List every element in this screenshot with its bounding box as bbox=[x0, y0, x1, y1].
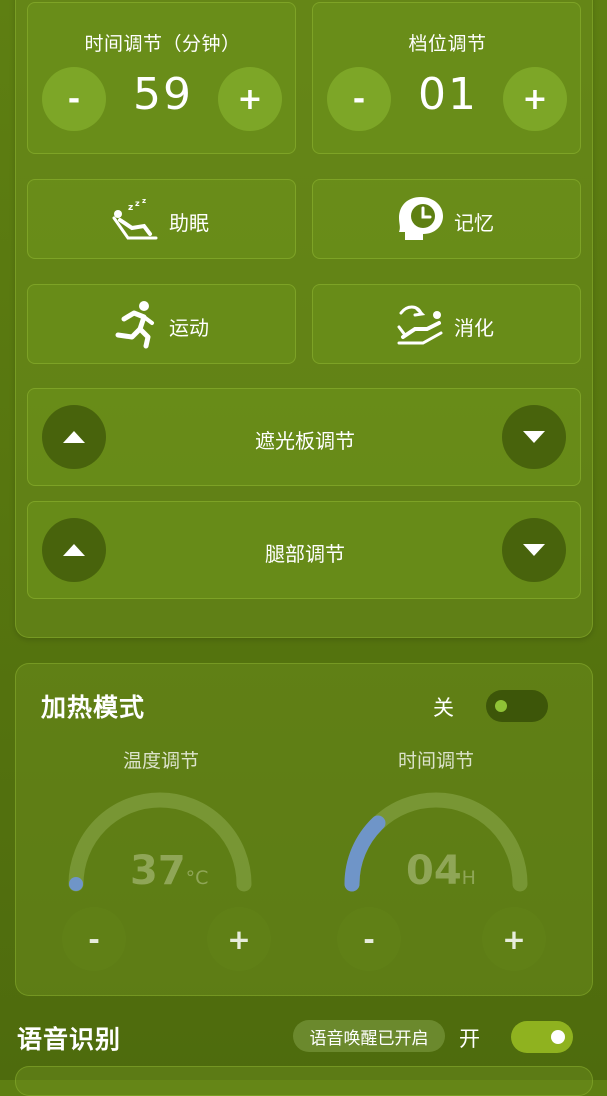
svg-text:z: z bbox=[142, 198, 146, 205]
gauge-handle[interactable] bbox=[69, 877, 83, 891]
heat-time-adjust-title: 时间调节 bbox=[398, 750, 475, 772]
time-minus-button[interactable]: - bbox=[42, 67, 106, 131]
gear-minus-button[interactable]: - bbox=[327, 67, 391, 131]
svg-text:z: z bbox=[128, 203, 133, 213]
mode-digestion-button[interactable]: 消化 bbox=[312, 284, 581, 364]
heat-time-value: 04 bbox=[406, 848, 462, 894]
temp-readout: 37°C bbox=[130, 848, 208, 894]
heating-switch-label: 关 bbox=[433, 696, 454, 720]
gear-value: 01 bbox=[418, 69, 478, 120]
mode-memory-label: 记忆 bbox=[454, 211, 494, 235]
temp-value: 37 bbox=[130, 848, 186, 894]
leg-label: 腿部调节 bbox=[265, 542, 345, 566]
gear-adjust-panel: 档位调节 - 01 + bbox=[312, 2, 581, 154]
time-value: 59 bbox=[133, 69, 193, 120]
leg-adjust-panel: 腿部调节 bbox=[27, 501, 581, 599]
voice-wake-badge: 语音唤醒已开启 bbox=[293, 1020, 445, 1052]
toggle-knob bbox=[495, 700, 507, 712]
running-person-icon bbox=[112, 299, 158, 349]
svg-text:z: z bbox=[135, 199, 140, 208]
time-plus-button[interactable]: + bbox=[218, 67, 282, 131]
gauge-progress bbox=[344, 815, 386, 892]
sunshade-label: 遮光板调节 bbox=[255, 429, 355, 453]
time-adjust-panel: 时间调节（分钟） - 59 + bbox=[27, 2, 296, 154]
heat-time-minus-button[interactable]: - bbox=[337, 907, 401, 971]
toggle-knob bbox=[551, 1030, 565, 1044]
sleep-recline-icon: z z z bbox=[110, 197, 160, 242]
mode-digestion-label: 消化 bbox=[454, 316, 494, 340]
temp-plus-button[interactable]: + bbox=[207, 907, 271, 971]
sunshade-down-button[interactable] bbox=[502, 405, 566, 469]
triangle-down-icon bbox=[523, 431, 545, 443]
voice-switch-label: 开 bbox=[459, 1027, 480, 1051]
voice-title: 语音识别 bbox=[17, 1025, 122, 1054]
digestion-recline-icon bbox=[395, 303, 447, 347]
temp-unit: °C bbox=[185, 867, 209, 889]
voice-toggle[interactable] bbox=[511, 1021, 573, 1053]
heating-title: 加热模式 bbox=[41, 693, 146, 722]
temp-adjust-title: 温度调节 bbox=[123, 750, 200, 772]
triangle-down-icon bbox=[523, 544, 545, 556]
heating-toggle[interactable] bbox=[486, 690, 548, 722]
sunshade-adjust-panel: 遮光板调节 bbox=[27, 388, 581, 486]
mode-exercise-label: 运动 bbox=[169, 316, 209, 340]
gear-adjust-title: 档位调节 bbox=[408, 33, 487, 55]
mode-sleep-label: 助眠 bbox=[169, 211, 209, 235]
mode-exercise-button[interactable]: 运动 bbox=[27, 284, 296, 364]
temp-minus-button[interactable]: - bbox=[62, 907, 126, 971]
heat-time-plus-button[interactable]: + bbox=[482, 907, 546, 971]
mode-sleep-button[interactable]: z z z 助眠 bbox=[27, 179, 296, 259]
mode-memory-button[interactable]: 记忆 bbox=[312, 179, 581, 259]
voice-card bbox=[15, 1066, 593, 1096]
leg-down-button[interactable] bbox=[502, 518, 566, 582]
head-clock-icon bbox=[395, 194, 447, 244]
time-adjust-title: 时间调节（分钟） bbox=[84, 33, 241, 55]
heat-time-readout: 04H bbox=[406, 848, 476, 894]
heat-time-unit: H bbox=[461, 867, 476, 889]
gear-plus-button[interactable]: + bbox=[503, 67, 567, 131]
